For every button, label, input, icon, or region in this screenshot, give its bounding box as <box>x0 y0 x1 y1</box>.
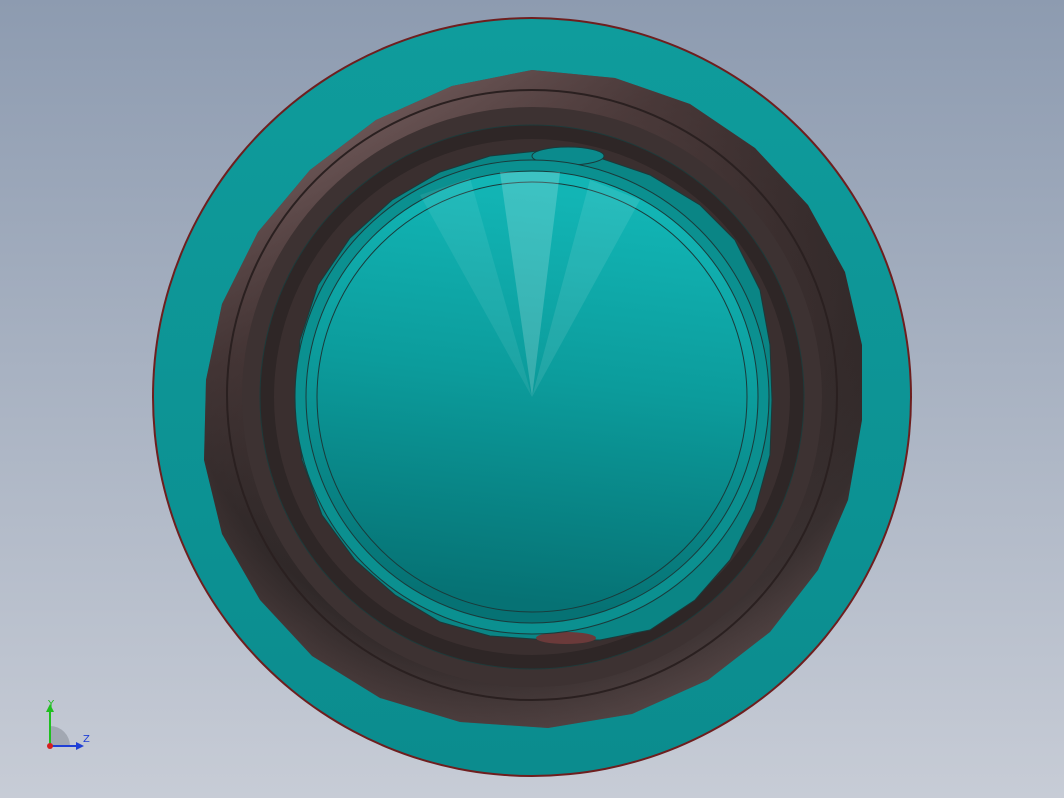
orientation-triad[interactable]: Y Z <box>40 700 100 756</box>
triad-y-label: Y <box>48 699 55 710</box>
triad-origin <box>47 743 53 749</box>
triad-quadrant <box>50 726 70 746</box>
graphics-viewport[interactable]: Y Z <box>0 0 1064 798</box>
triad-z-label: Z <box>83 734 90 745</box>
model-view[interactable] <box>0 0 1064 798</box>
